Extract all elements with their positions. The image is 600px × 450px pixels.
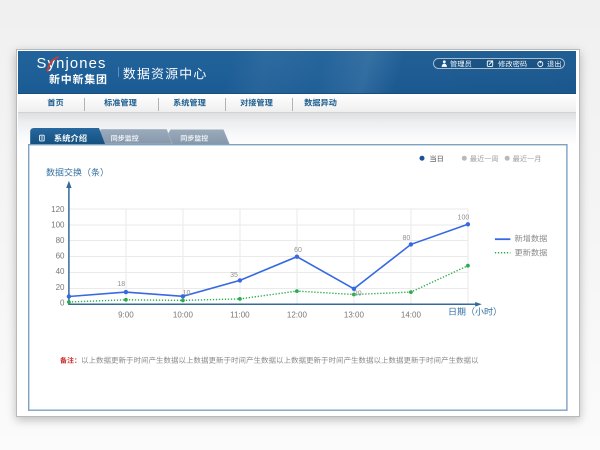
svg-text:10:00: 10:00 — [172, 311, 193, 320]
svg-text:100: 100 — [51, 221, 65, 230]
svg-text:20: 20 — [55, 283, 64, 292]
svg-text:9:00: 9:00 — [118, 311, 134, 320]
svg-text:11:00: 11:00 — [230, 311, 250, 320]
svg-text:35: 35 — [230, 272, 238, 279]
svg-text:14:00: 14:00 — [400, 311, 421, 320]
svg-text:12:00: 12:00 — [286, 311, 307, 320]
svg-text:18: 18 — [117, 281, 125, 288]
svg-text:100: 100 — [457, 215, 469, 222]
svg-text:60: 60 — [55, 252, 64, 261]
svg-text:20: 20 — [353, 291, 361, 298]
svg-text:40: 40 — [55, 267, 64, 276]
svg-text:120: 120 — [51, 205, 65, 214]
svg-text:60: 60 — [294, 247, 302, 254]
svg-text:80: 80 — [402, 235, 410, 242]
svg-text:80: 80 — [55, 236, 64, 245]
svg-text:13:00: 13:00 — [343, 311, 364, 320]
svg-text:0: 0 — [60, 298, 65, 307]
svg-text:10: 10 — [182, 290, 190, 297]
